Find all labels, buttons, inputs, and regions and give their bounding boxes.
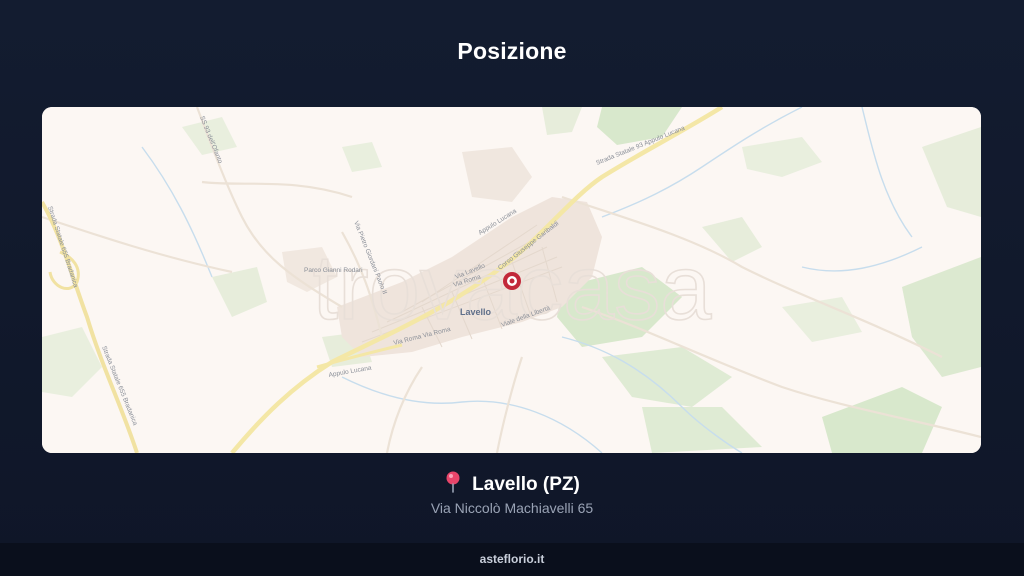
map-card[interactable]: trovacasa Strada Statale 93 Appulo Lucan…: [42, 107, 981, 453]
map-canvas[interactable]: trovacasa Strada Statale 93 Appulo Lucan…: [42, 107, 981, 453]
footer-site[interactable]: asteflorio.it: [0, 543, 1024, 576]
location-marker-icon[interactable]: [503, 272, 521, 290]
map-pin-icon: [444, 471, 462, 493]
location-city: Lavello (PZ): [472, 474, 580, 495]
map-town-label: Lavello: [460, 307, 492, 317]
page-title: Posizione: [457, 38, 567, 64]
road-label: Parco Gianni Rodari: [304, 267, 363, 274]
location-address: Via Niccolò Machiavelli 65: [430, 500, 594, 516]
location-heading: Lavello (PZ): [0, 471, 1024, 496]
